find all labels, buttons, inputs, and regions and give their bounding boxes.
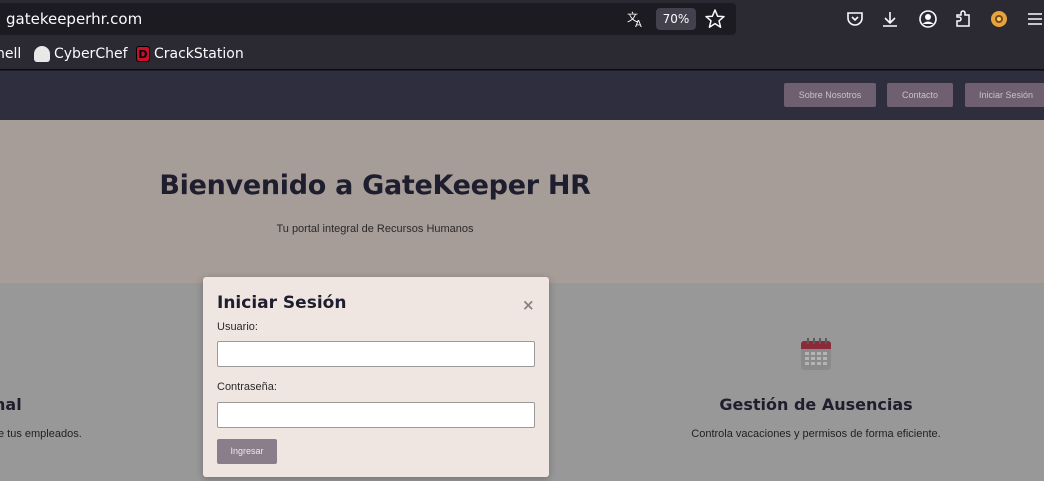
- username-label: Usuario:: [217, 321, 258, 333]
- bookmark-star-icon[interactable]: [704, 8, 726, 30]
- feature-title-absences: Gestión de Ausencias: [719, 395, 913, 414]
- extensions-icon[interactable]: [953, 9, 973, 29]
- menu-icon[interactable]: [1025, 9, 1044, 29]
- address-bar[interactable]: gatekeeperhr.com 文A 70%: [0, 3, 736, 35]
- extension-badge-icon[interactable]: [989, 9, 1009, 29]
- hero-section: Bienvenido a GateKeeper HR Tu portal int…: [0, 120, 1044, 283]
- feature-title-left: nal: [0, 395, 22, 414]
- login-modal: Iniciar Sesión × Usuario: Contraseña: In…: [203, 277, 549, 477]
- zoom-level-badge[interactable]: 70%: [656, 8, 696, 30]
- bookmark-crackstation[interactable]: D CrackStation: [136, 46, 244, 62]
- login-nav-button[interactable]: Iniciar Sesión: [965, 83, 1044, 107]
- bookmark-label: hell: [0, 46, 22, 62]
- password-input[interactable]: [217, 402, 535, 428]
- about-us-button[interactable]: Sobre Nosotros: [784, 83, 876, 107]
- bookmark-item[interactable]: hell: [0, 46, 21, 62]
- bookmark-label: CrackStation: [154, 46, 244, 62]
- bookmark-label: CyberChef: [54, 46, 128, 62]
- chef-hat-icon: [34, 46, 50, 62]
- username-input[interactable]: [217, 341, 535, 367]
- site-navbar: Sobre Nosotros Contacto Iniciar Sesión: [0, 71, 1044, 120]
- feature-desc-absences: Controla vacaciones y permisos de forma …: [691, 428, 941, 440]
- browser-toolbar: gatekeeperhr.com 文A 70%: [0, 0, 1044, 40]
- svg-text:A: A: [635, 19, 642, 29]
- bookmarks-bar: hell CyberChef D CrackStation: [0, 40, 1044, 70]
- url-text[interactable]: gatekeeperhr.com: [6, 10, 142, 28]
- hero-title: Bienvenido a GateKeeper HR: [159, 170, 591, 201]
- bookmark-cyberchef[interactable]: CyberChef: [34, 46, 128, 62]
- hero-subtitle: Tu portal integral de Recursos Humanos: [276, 223, 474, 235]
- close-icon[interactable]: ×: [522, 296, 535, 314]
- account-icon[interactable]: [918, 9, 938, 29]
- feature-card-absences: Gestión de Ausencias Controla vacaciones…: [620, 283, 1012, 481]
- crackstation-icon: D: [136, 46, 150, 62]
- pocket-icon[interactable]: [845, 9, 865, 29]
- modal-title: Iniciar Sesión: [217, 293, 347, 313]
- download-icon[interactable]: [880, 9, 900, 29]
- feature-desc-left: e tus empleados.: [0, 428, 82, 440]
- contact-button[interactable]: Contacto: [887, 83, 953, 107]
- translate-icon[interactable]: 文A: [626, 9, 646, 30]
- submit-login-button[interactable]: Ingresar: [217, 439, 277, 464]
- calendar-icon: [800, 337, 832, 371]
- password-label: Contraseña:: [217, 381, 277, 393]
